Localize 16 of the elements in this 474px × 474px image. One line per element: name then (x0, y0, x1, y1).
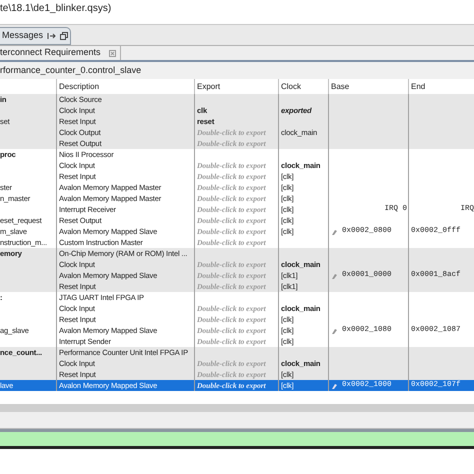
scroll-bar[interactable] (0, 404, 474, 412)
column-header[interactable]: Clock (281, 82, 302, 91)
restore-icon[interactable] (60, 32, 68, 40)
tab[interactable]: Messages (0, 27, 72, 45)
column-header[interactable]: Base (331, 82, 350, 91)
pencil-icon[interactable] (332, 382, 337, 388)
pencil-icon[interactable] (332, 272, 337, 278)
path-label: rformance_counter_0.control_slave (0, 64, 142, 77)
column-header[interactable]: End (411, 82, 426, 91)
detach-icon[interactable] (47, 32, 56, 40)
close-icon[interactable] (108, 50, 116, 56)
column-header[interactable]: Export (197, 82, 220, 91)
window-title: te\18.1\de1_blinker.qsys) (0, 2, 112, 16)
pencil-icon[interactable] (332, 328, 337, 334)
column-header[interactable]: Description (59, 82, 100, 91)
pencil-icon[interactable] (332, 228, 337, 234)
